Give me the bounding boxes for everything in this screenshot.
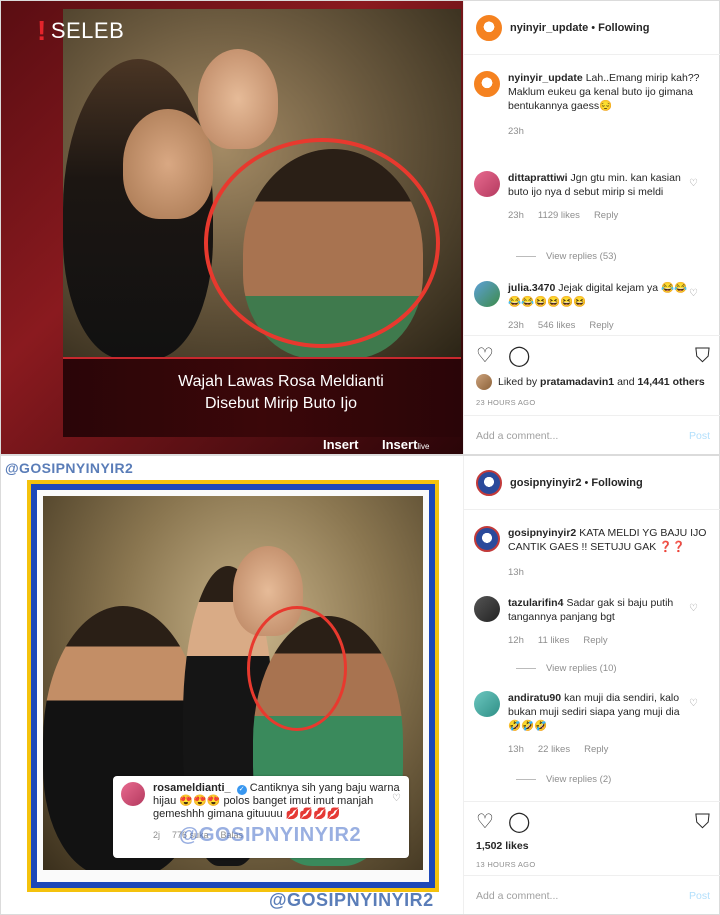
heart-icon: ♡ xyxy=(392,793,401,804)
post-button[interactable]: Post xyxy=(689,890,710,902)
post-timestamp: 23 HOURS AGO xyxy=(476,398,536,407)
bookmark-icon[interactable]: ⛉ xyxy=(695,346,710,366)
brand-logo: Insert xyxy=(323,437,359,452)
post-2: @GOSIPNYINYIR2 rosameldianti_ ✓ Cantikny… xyxy=(0,455,720,915)
heart-icon[interactable]: ♡ xyxy=(689,287,698,301)
view-replies-button[interactable]: View replies (10) xyxy=(516,663,617,674)
avatar xyxy=(476,374,492,390)
likes-count[interactable]: 14,441 others xyxy=(638,376,705,388)
following-button[interactable]: Following xyxy=(591,477,642,489)
comment: andiratu90 kan muji dia sendiri, kalo buk… xyxy=(474,691,712,757)
likes-count[interactable]: 1,502 likes xyxy=(476,840,529,852)
comment: tazularifin4 Sadar gak si baju putih tang… xyxy=(474,596,712,648)
reply-button[interactable]: Reply xyxy=(583,635,607,646)
heart-icon[interactable]: ♡ xyxy=(689,602,698,616)
post-button[interactable]: Post xyxy=(689,430,710,442)
highlight-circle xyxy=(204,138,440,348)
avatar[interactable] xyxy=(474,691,500,717)
heart-icon[interactable]: ♡ xyxy=(476,346,494,366)
avatar[interactable] xyxy=(474,526,500,552)
heart-icon[interactable]: ♡ xyxy=(689,177,698,191)
post-header: gosipnyinyir2 • Following xyxy=(464,456,720,510)
comment-input[interactable]: Add a comment... xyxy=(476,890,558,902)
comment: julia.3470 Jejak digital kejam ya 😂😂😂😂😆😆😆… xyxy=(474,281,712,333)
verified-icon: ✓ xyxy=(236,785,247,795)
caption: gosipnyinyir2 KATA MELDI YG BAJU IJO CANT… xyxy=(474,526,712,580)
post-timestamp: 13 HOURS AGO xyxy=(476,860,536,869)
post-actions: ♡ ◯ ⛉ Liked by pratamadavin1 and 14,441 … xyxy=(464,335,720,407)
add-comment-bar: Add a comment... Post xyxy=(464,415,720,455)
highlight-circle xyxy=(247,606,347,731)
reply-button[interactable]: Reply xyxy=(594,210,618,221)
avatar[interactable] xyxy=(474,171,500,197)
watermark: @GOSIPNYINYIR2 xyxy=(179,824,362,846)
comment-icon[interactable]: ◯ xyxy=(508,346,530,366)
post-actions: ♡ ◯ ⛉ 1,502 likes 13 HOURS AGO xyxy=(464,801,720,869)
reply-button[interactable]: Reply xyxy=(589,320,613,331)
username-link[interactable]: gosipnyinyir2 xyxy=(510,477,582,489)
heart-icon[interactable]: ♡ xyxy=(689,697,698,711)
reply-button[interactable]: Reply xyxy=(584,744,608,755)
post-2-image[interactable]: @GOSIPNYINYIR2 rosameldianti_ ✓ Cantikny… xyxy=(1,456,463,914)
brand-logo-live: Insertlive xyxy=(382,437,430,452)
avatar[interactable] xyxy=(476,469,502,496)
watermark: @GOSIPNYINYIR2 xyxy=(5,460,134,476)
post-1-sidebar: nyinyir_update • Following nyinyir_updat… xyxy=(463,1,720,454)
avatar xyxy=(121,782,145,806)
caption: nyinyir_update Lah..Emang mirip kah?? Mak… xyxy=(474,71,712,139)
avatar[interactable] xyxy=(474,71,500,97)
add-comment-bar: Add a comment... Post xyxy=(464,875,720,915)
post-header: nyinyir_update • Following xyxy=(464,1,720,55)
avatar[interactable] xyxy=(474,281,500,307)
following-button[interactable]: Following xyxy=(598,22,649,34)
username-link[interactable]: nyinyir_update xyxy=(510,22,588,34)
image-title: Wajah Lawas Rosa Meldianti Disebut Mirip… xyxy=(178,373,384,412)
seleb-badge: ! SELEB xyxy=(37,15,125,46)
view-replies-button[interactable]: View replies (2) xyxy=(516,774,611,785)
avatar[interactable] xyxy=(476,14,502,41)
heart-icon[interactable]: ♡ xyxy=(476,812,494,832)
likes-summary: Liked by pratamadavin1 and 14,441 others xyxy=(476,374,710,390)
post-1: ! SELEB Wajah Lawas Rosa Meldianti Disebu… xyxy=(0,0,720,455)
post-2-sidebar: gosipnyinyir2 • Following gosipnyinyir2 K… xyxy=(463,456,720,914)
view-replies-button[interactable]: View replies (53) xyxy=(516,251,617,262)
comment-input[interactable]: Add a comment... xyxy=(476,430,558,442)
post-1-image[interactable]: ! SELEB Wajah Lawas Rosa Meldianti Disebu… xyxy=(1,1,463,454)
likes-summary: 1,502 likes xyxy=(476,840,710,852)
bookmark-icon[interactable]: ⛉ xyxy=(695,812,710,832)
liker-link[interactable]: pratamadavin1 xyxy=(540,376,614,388)
watermark: @GOSIPNYINYIR2 xyxy=(269,890,434,910)
avatar[interactable] xyxy=(474,596,500,622)
comment-icon[interactable]: ◯ xyxy=(508,812,530,832)
comment: dittaprattiwi Jgn gtu min. kan kasian but… xyxy=(474,171,712,223)
